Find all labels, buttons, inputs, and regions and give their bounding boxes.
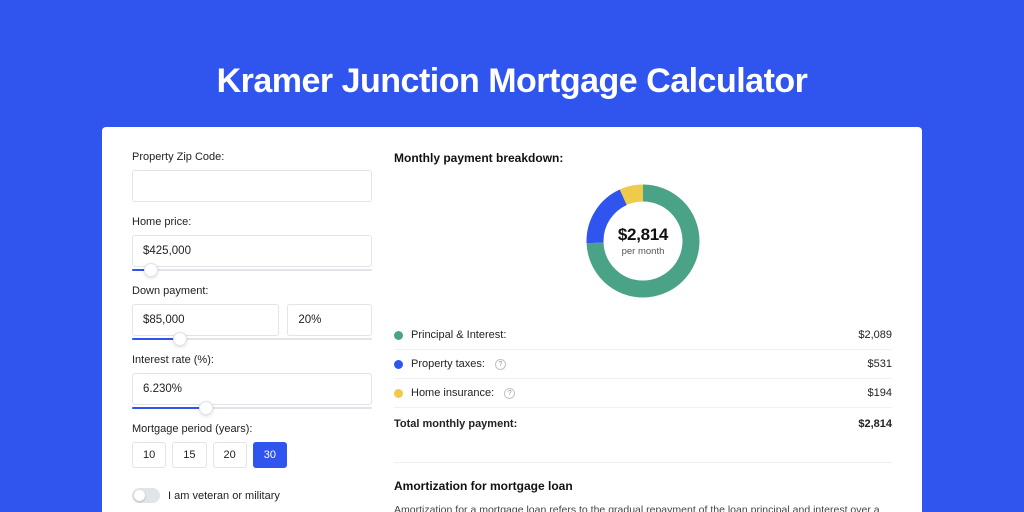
down-payment-slider-thumb[interactable]: [173, 332, 187, 346]
breakdown-total-value: $2,814: [858, 418, 892, 430]
breakdown-row: Home insurance:? $194: [394, 379, 892, 408]
veteran-toggle[interactable]: [132, 488, 160, 503]
interest-rate-field: Interest rate (%):: [132, 354, 372, 409]
inputs-column: Property Zip Code: Home price: Down paym…: [132, 151, 372, 512]
mortgage-period-option-30[interactable]: 30: [253, 442, 287, 468]
home-price-field: Home price:: [132, 216, 372, 271]
home-price-input[interactable]: [132, 235, 372, 267]
breakdown-row-value: $194: [868, 387, 892, 399]
breakdown-row-label: Principal & Interest:: [411, 329, 506, 341]
zip-field: Property Zip Code:: [132, 151, 372, 202]
home-price-label: Home price:: [132, 216, 372, 228]
down-payment-pct-input[interactable]: [287, 304, 372, 336]
zip-label: Property Zip Code:: [132, 151, 372, 163]
amortization-title: Amortization for mortgage loan: [394, 479, 892, 493]
breakdown-row-value: $2,089: [858, 329, 892, 341]
breakdown-column: Monthly payment breakdown: $2,814 per mo…: [394, 151, 892, 512]
breakdown-row-label: Property taxes:: [411, 358, 485, 370]
page-title: Kramer Junction Mortgage Calculator: [0, 0, 1024, 127]
info-icon[interactable]: ?: [504, 388, 515, 399]
mortgage-period-option-20[interactable]: 20: [213, 442, 247, 468]
calculator-card: Property Zip Code: Home price: Down paym…: [102, 127, 922, 512]
breakdown-row: Property taxes:? $531: [394, 350, 892, 379]
donut-chart: $2,814 per month: [581, 179, 705, 303]
mortgage-period-field: Mortgage period (years): 1015 2030: [132, 423, 372, 468]
legend-dot: [394, 389, 403, 398]
down-payment-field: Down payment:: [132, 285, 372, 340]
breakdown-line-items: Principal & Interest: $2,089 Property taxe…: [394, 321, 892, 408]
zip-input[interactable]: [132, 170, 372, 202]
donut-chart-wrap: $2,814 per month: [394, 179, 892, 303]
mortgage-period-label: Mortgage period (years):: [132, 423, 372, 435]
down-payment-slider[interactable]: [132, 338, 372, 340]
breakdown-total-label: Total monthly payment:: [394, 418, 517, 430]
mortgage-period-option-15[interactable]: 15: [172, 442, 206, 468]
amortization-body: Amortization for a mortgage loan refers …: [394, 503, 892, 512]
home-price-slider[interactable]: [132, 269, 372, 271]
down-payment-label: Down payment:: [132, 285, 372, 297]
interest-rate-slider-thumb[interactable]: [199, 401, 213, 415]
home-price-slider-thumb[interactable]: [144, 263, 158, 277]
donut-center: $2,814 per month: [581, 179, 705, 303]
breakdown-title: Monthly payment breakdown:: [394, 151, 892, 165]
interest-rate-slider[interactable]: [132, 407, 372, 409]
donut-center-amount: $2,814: [618, 225, 668, 245]
donut-center-sub: per month: [622, 246, 665, 257]
legend-dot: [394, 331, 403, 340]
info-icon[interactable]: ?: [495, 359, 506, 370]
breakdown-row-value: $531: [868, 358, 892, 370]
breakdown-total-row: Total monthly payment: $2,814: [394, 408, 892, 438]
mortgage-period-options: 1015 2030: [132, 442, 372, 468]
veteran-toggle-label: I am veteran or military: [168, 490, 280, 502]
legend-dot: [394, 360, 403, 369]
amortization-section: Amortization for mortgage loan Amortizat…: [394, 462, 892, 512]
interest-rate-label: Interest rate (%):: [132, 354, 372, 366]
breakdown-row: Principal & Interest: $2,089: [394, 321, 892, 350]
breakdown-row-label: Home insurance:: [411, 387, 494, 399]
interest-rate-input[interactable]: [132, 373, 372, 405]
interest-rate-slider-fill: [132, 407, 206, 409]
mortgage-period-option-10[interactable]: 10: [132, 442, 166, 468]
veteran-toggle-row: I am veteran or military: [132, 488, 372, 503]
down-payment-amount-input[interactable]: [132, 304, 279, 336]
